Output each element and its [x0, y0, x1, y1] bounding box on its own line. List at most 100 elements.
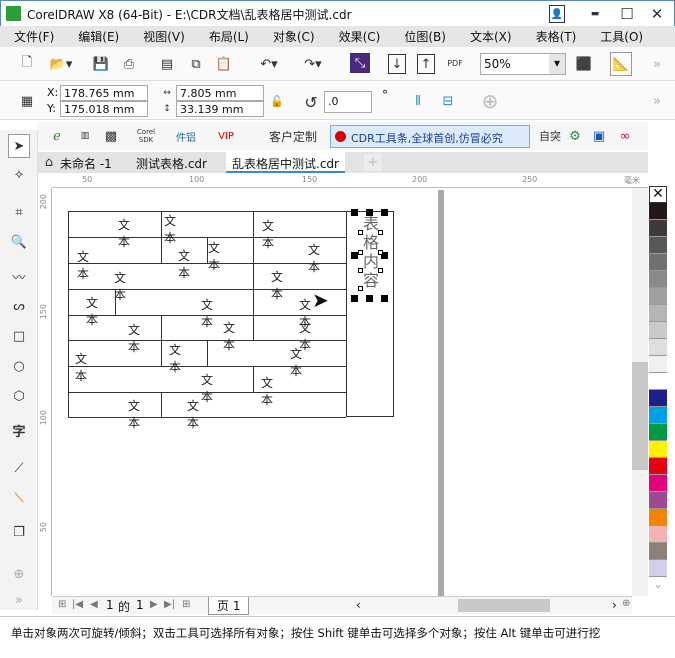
text-node-handle[interactable]: [358, 250, 363, 255]
color-swatch[interactable]: [649, 203, 667, 220]
color-swatch[interactable]: [649, 560, 667, 577]
plugin-menu-button[interactable]: 件铝: [174, 126, 198, 146]
export-icon[interactable]: ↑: [417, 54, 435, 74]
account-icon[interactable]: 👤: [549, 5, 565, 23]
text-node-handle[interactable]: [358, 268, 363, 273]
horizontal-ruler[interactable]: 50 100 150 200 250 毫米: [52, 173, 648, 188]
full-screen-icon[interactable]: ⬛: [574, 54, 594, 74]
add-tool-icon[interactable]: ⊕: [9, 564, 29, 584]
search-content-icon[interactable]: ⤡: [350, 53, 370, 73]
menu-text[interactable]: 文本(X): [470, 26, 512, 45]
color-swatch[interactable]: [649, 322, 667, 339]
import-icon[interactable]: ↓: [388, 54, 406, 74]
menu-tools[interactable]: 工具(O): [600, 26, 643, 45]
height-input[interactable]: 33.139 mm: [176, 101, 264, 117]
color-swatch[interactable]: [649, 356, 667, 373]
color-swatch[interactable]: [649, 254, 667, 271]
color-swatch[interactable]: [649, 424, 667, 441]
color-swatch[interactable]: [649, 220, 667, 237]
rotation-input[interactable]: .0: [324, 91, 372, 113]
text-node-handle[interactable]: [358, 286, 363, 291]
color-swatch[interactable]: [649, 373, 667, 390]
next-page-icon[interactable]: ▶: [150, 599, 158, 610]
cdr-toolbar-banner[interactable]: CDR工具条,全球首创,仿冒必究: [330, 125, 530, 148]
color-swatch[interactable]: [649, 458, 667, 475]
plugin-logo-icon[interactable]: ℯ: [48, 127, 66, 145]
toolbar-more-icon[interactable]: »: [650, 54, 664, 74]
color-swatch[interactable]: [649, 441, 667, 458]
page-tab[interactable]: 页 1: [208, 597, 250, 615]
text-node-handle[interactable]: [378, 268, 383, 273]
text-tool-label[interactable]: 自突: [538, 127, 562, 145]
pick-tool-icon[interactable]: ➤: [8, 134, 30, 158]
menu-edit[interactable]: 编辑(E): [78, 26, 119, 45]
add-page-after-icon[interactable]: ⊞: [182, 599, 190, 610]
corel-sdk-button[interactable]: Corel SDK: [134, 126, 158, 146]
freehand-tool-icon[interactable]: 〰: [9, 266, 29, 286]
last-page-icon[interactable]: ▶|: [164, 599, 175, 610]
color-swatch[interactable]: [649, 390, 667, 407]
zoom-navigator-icon[interactable]: ⊕: [622, 598, 630, 609]
options-icon[interactable]: 📐: [610, 52, 632, 76]
scroll-left-icon[interactable]: ‹: [356, 598, 361, 612]
menu-table[interactable]: 表格(T): [536, 26, 577, 45]
text-node-handle[interactable]: [378, 250, 383, 255]
object-origin-icon[interactable]: ▦: [18, 92, 36, 110]
menu-object[interactable]: 对象(C): [273, 26, 315, 45]
publish-pdf-icon[interactable]: PDF: [444, 53, 466, 73]
maximize-button[interactable]: ☐: [617, 5, 637, 23]
zoom-level-select[interactable]: 50% ▾: [480, 53, 566, 75]
crop-tool-icon[interactable]: ⌗: [9, 202, 29, 222]
scrollbar-thumb[interactable]: [632, 362, 648, 470]
toolbox-more-icon[interactable]: »: [9, 592, 29, 608]
text-node-handle[interactable]: [378, 230, 383, 235]
save-layout-icon[interactable]: ▣: [590, 127, 608, 145]
width-input[interactable]: 7.805 mm: [176, 85, 264, 101]
property-more-icon[interactable]: »: [650, 92, 664, 110]
new-document-icon[interactable]: 🗋: [18, 54, 36, 74]
drop-shadow-icon[interactable]: ❐: [9, 522, 29, 542]
paste-icon[interactable]: 📋: [215, 54, 233, 74]
print-icon[interactable]: ⎙: [120, 54, 138, 74]
color-swatch[interactable]: [649, 543, 667, 560]
color-swatch[interactable]: [649, 509, 667, 526]
tab-test-table[interactable]: 测试表格.cdr: [130, 152, 213, 173]
color-swatch[interactable]: [649, 271, 667, 288]
barcode-icon[interactable]: ▥: [76, 127, 94, 145]
ellipse-tool-icon[interactable]: ○: [9, 356, 29, 376]
text-node-handle[interactable]: [358, 230, 363, 235]
vertical-ruler[interactable]: 200 150 100 50: [38, 188, 52, 596]
scroll-right-icon[interactable]: ›: [612, 598, 617, 612]
link-icon[interactable]: ∞: [616, 127, 634, 145]
close-button[interactable]: ✕: [647, 5, 667, 23]
copy-icon[interactable]: ⧉: [187, 54, 205, 74]
selection-handle[interactable]: [351, 295, 358, 302]
undo-icon[interactable]: ↶▾: [252, 54, 286, 74]
add-page-before-icon[interactable]: ⊞: [58, 599, 66, 610]
dimension-tool-icon[interactable]: ⟋: [9, 458, 29, 478]
rectangle-tool-icon[interactable]: □: [9, 326, 29, 346]
save-icon[interactable]: 💾: [92, 54, 110, 74]
tab-untitled[interactable]: 未命名 -1: [54, 152, 118, 173]
tab-current-doc[interactable]: 乱表格居中测试.cdr: [226, 152, 345, 173]
mirror-horizontal-icon[interactable]: ⫴: [408, 92, 428, 110]
new-tab-icon[interactable]: +: [364, 154, 382, 171]
vip-menu-button[interactable]: VIP: [214, 126, 238, 146]
vertical-scrollbar[interactable]: [632, 188, 648, 596]
mirror-vertical-icon[interactable]: ⊟: [438, 92, 458, 110]
selection-handle[interactable]: [366, 295, 373, 302]
selection-handle[interactable]: [351, 252, 358, 259]
color-swatch[interactable]: [649, 339, 667, 356]
menu-bitmaps[interactable]: 位图(B): [404, 26, 446, 45]
x-position-input[interactable]: 178.765 mm: [60, 85, 148, 101]
lock-ratio-icon[interactable]: 🔓: [270, 94, 284, 108]
color-swatch[interactable]: [649, 288, 667, 305]
add-icon[interactable]: ⊕: [480, 89, 500, 113]
open-icon[interactable]: 📂▾: [46, 54, 76, 74]
selection-handle[interactable]: [381, 295, 388, 302]
menu-view[interactable]: 视图(V): [143, 26, 185, 45]
color-swatch[interactable]: [649, 492, 667, 509]
connector-tool-icon[interactable]: ⟍: [9, 488, 29, 508]
palette-scroll-down-icon[interactable]: ⌄: [649, 577, 667, 591]
minimize-button[interactable]: ▬: [585, 5, 605, 23]
